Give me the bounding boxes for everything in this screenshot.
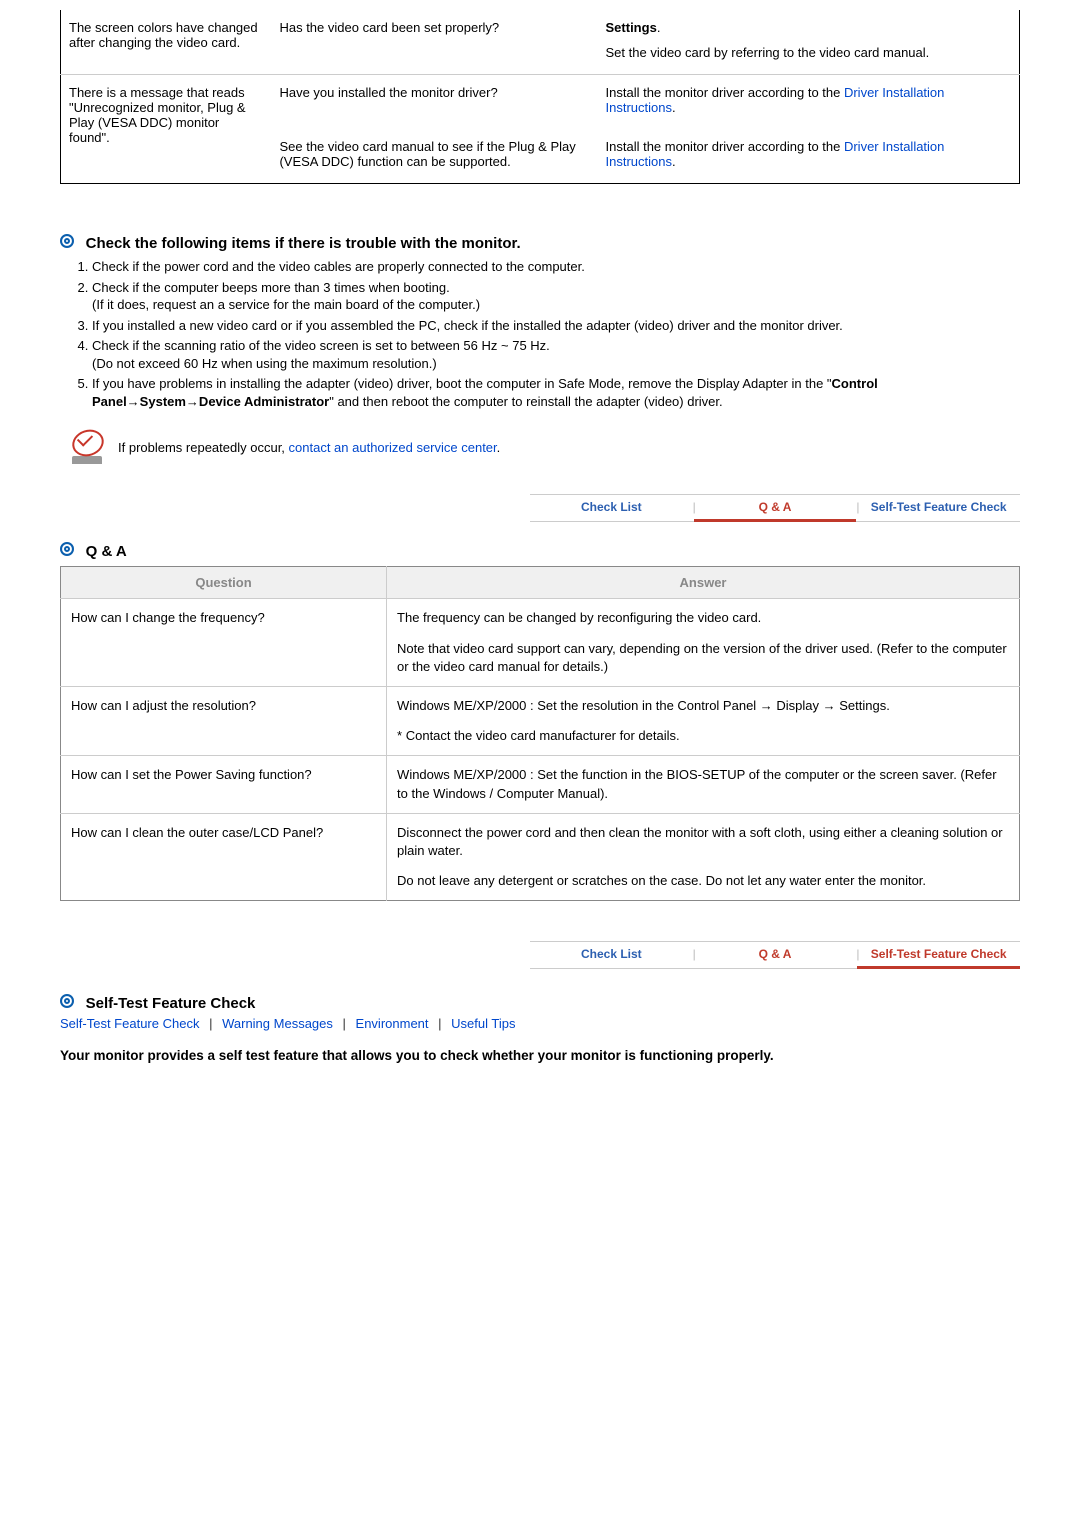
tab-self-test[interactable]: Self-Test Feature Check <box>857 942 1020 969</box>
cell-check-2a: Have you installed the monitor driver? <box>271 75 597 130</box>
note-text: If problems repeatedly occur, contact an… <box>118 440 500 455</box>
self-test-description: Your monitor provides a self test featur… <box>60 1047 1020 1066</box>
link-warning-messages[interactable]: Warning Messages <box>222 1016 333 1031</box>
cell-solution-2b: Install the monitor driver according to … <box>598 129 1020 184</box>
check-section-title: Check the following items if there is tr… <box>86 235 521 252</box>
tab-nav-1: Check List | Q & A | Self-Test Feature C… <box>530 494 1020 522</box>
qa-section-header: Q & A <box>60 542 1020 560</box>
qa-q4: How can I clean the outer case/LCD Panel… <box>61 813 387 901</box>
link-environment[interactable]: Environment <box>356 1016 429 1031</box>
link-self-test[interactable]: Self-Test Feature Check <box>60 1016 199 1031</box>
qa-title: Q & A <box>86 543 127 560</box>
self-test-links: Self-Test Feature Check | Warning Messag… <box>60 1016 1020 1031</box>
service-center-link[interactable]: contact an authorized service center <box>289 440 497 455</box>
tab-self-test[interactable]: Self-Test Feature Check <box>857 495 1020 521</box>
check-item-3: If you installed a new video card or if … <box>92 317 1020 335</box>
tab-nav-2: Check List | Q & A | Self-Test Feature C… <box>530 941 1020 969</box>
note-icon <box>70 430 104 464</box>
cell-symptom-2: There is a message that reads "Unrecogni… <box>61 75 272 184</box>
qa-q2: How can I adjust the resolution? <box>61 686 387 755</box>
tab-check-list[interactable]: Check List <box>530 495 693 521</box>
link-useful-tips[interactable]: Useful Tips <box>451 1016 515 1031</box>
qa-a2: Windows ME/XP/2000 : Set the resolution … <box>387 686 1020 755</box>
cell-solution-2a: Install the monitor driver according to … <box>598 75 1020 130</box>
qa-q1: How can I change the frequency? <box>61 599 387 687</box>
check-item-2: Check if the computer beeps more than 3 … <box>92 279 1020 314</box>
self-test-title: Self-Test Feature Check <box>86 995 256 1012</box>
qa-header-question: Question <box>61 567 387 599</box>
bullet-icon <box>60 542 74 556</box>
check-section: Check the following items if there is tr… <box>60 234 1020 410</box>
qa-a3: Windows ME/XP/2000 : Set the function in… <box>387 756 1020 813</box>
cell-check-2b: See the video card manual to see if the … <box>271 129 597 184</box>
check-item-4: Check if the scanning ratio of the video… <box>92 337 1020 372</box>
settings-text: Set the video card by referring to the v… <box>606 45 1011 60</box>
check-list: Check if the power cord and the video ca… <box>68 258 1020 410</box>
check-item-5: If you have problems in installing the a… <box>92 375 1020 410</box>
qa-a4: Disconnect the power cord and then clean… <box>387 813 1020 901</box>
cell-solution-1: Settings. Set the video card by referrin… <box>598 10 1020 75</box>
qa-table: Question Answer How can I change the fre… <box>60 566 1020 901</box>
tab-qa[interactable]: Q & A <box>694 495 857 522</box>
qa-q3: How can I set the Power Saving function? <box>61 756 387 813</box>
note-row: If problems repeatedly occur, contact an… <box>70 430 1020 464</box>
bullet-icon <box>60 994 74 1008</box>
tab-qa[interactable]: Q & A <box>694 942 857 968</box>
link-separator: | <box>343 1016 346 1031</box>
self-test-section: Self-Test Feature Check <box>60 994 1020 1012</box>
bullet-icon <box>60 234 74 248</box>
troubleshooting-table: The screen colors have changed after cha… <box>60 10 1020 184</box>
link-separator: | <box>209 1016 212 1031</box>
tab-check-list[interactable]: Check List <box>530 942 693 968</box>
qa-a1: The frequency can be changed by reconfig… <box>387 599 1020 687</box>
cell-symptom-1: The screen colors have changed after cha… <box>61 10 272 75</box>
qa-header-answer: Answer <box>387 567 1020 599</box>
settings-label: Settings <box>606 20 657 35</box>
cell-check-1: Has the video card been set properly? <box>271 10 597 75</box>
check-item-1: Check if the power cord and the video ca… <box>92 258 1020 276</box>
link-separator: | <box>438 1016 441 1031</box>
